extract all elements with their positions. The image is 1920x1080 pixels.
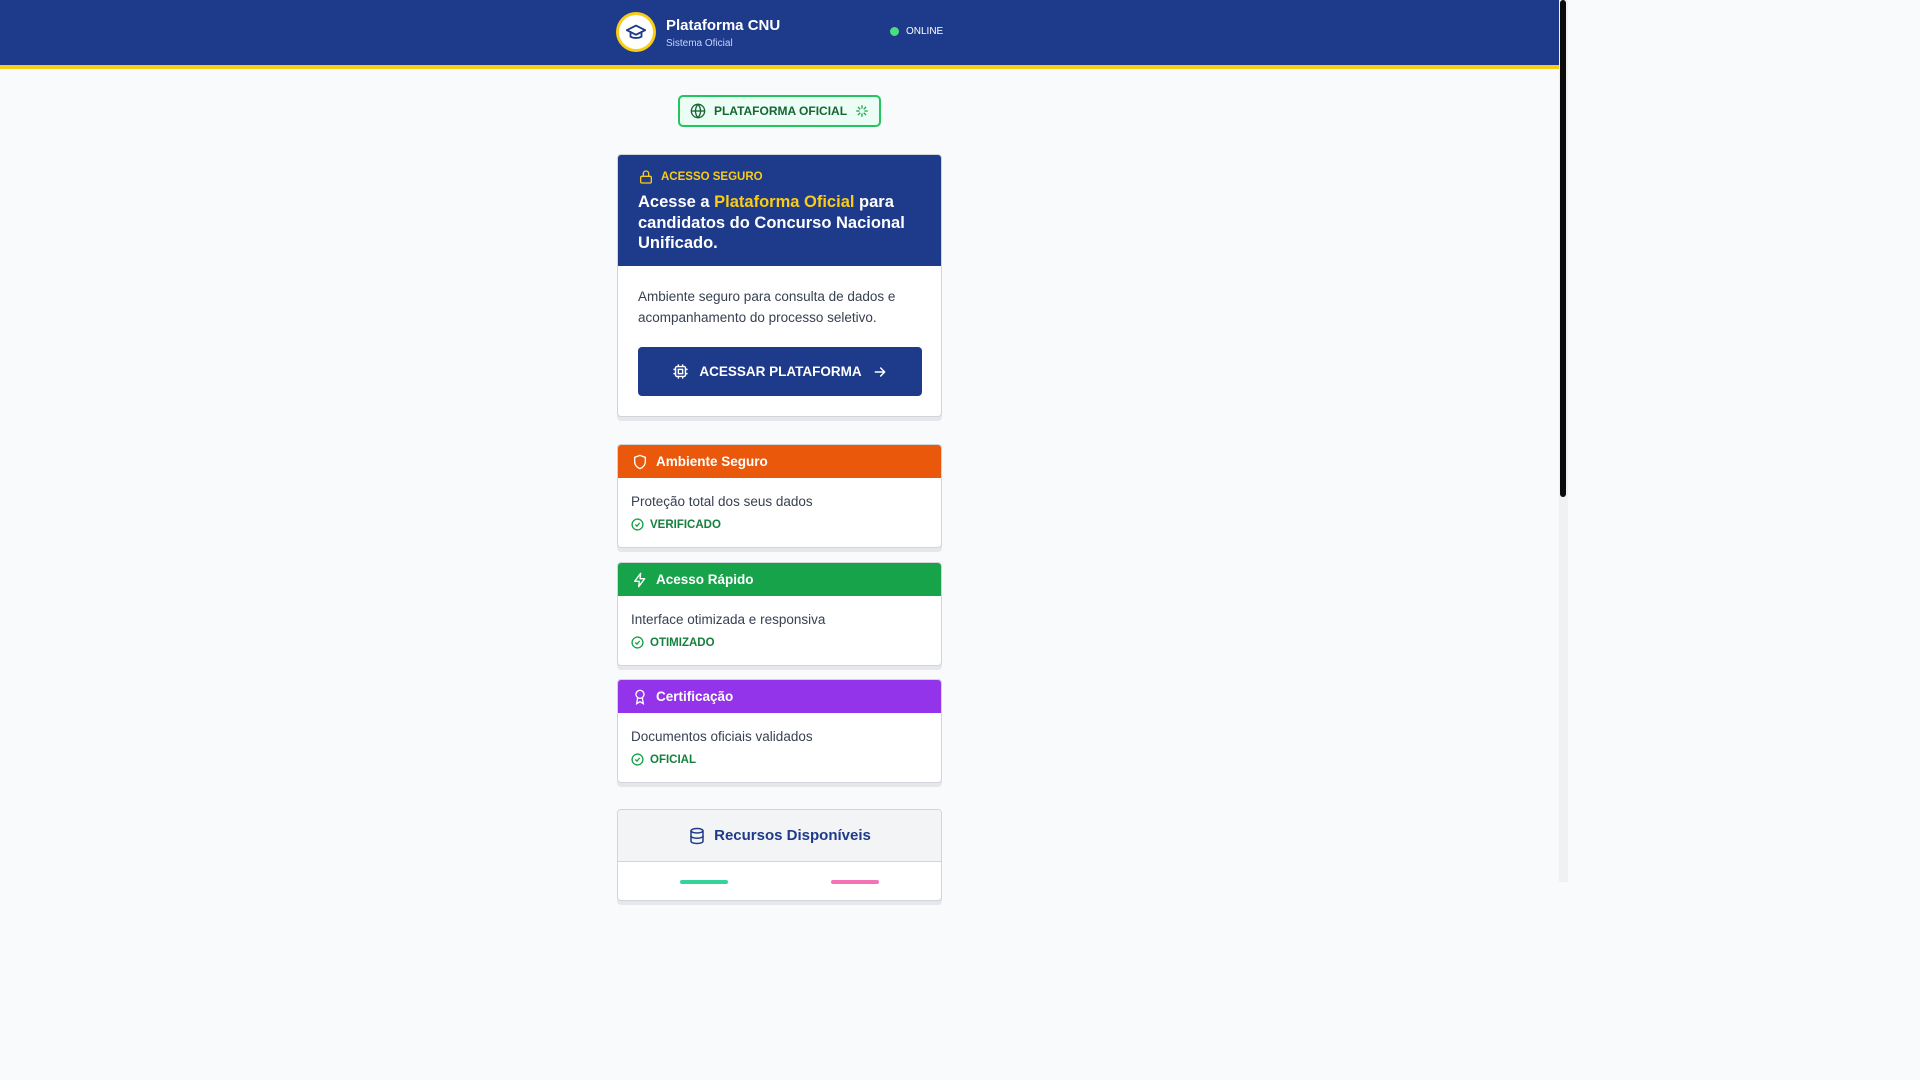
feature-description: Documentos oficiais validados (631, 729, 813, 744)
feature-status: OFICIAL (631, 753, 696, 766)
access-card-title: Acesse a Plataforma Oficial para candida… (638, 192, 923, 254)
sparkle-icon (856, 105, 868, 117)
title-highlight: Plataforma Oficial (714, 193, 855, 211)
logo (616, 12, 656, 52)
feature-status: OTIMIZADO (631, 636, 715, 649)
status-label: ONLINE (906, 26, 944, 37)
feature-card-secure: Ambiente Seguro Proteção total dos seus … (617, 444, 942, 548)
database-icon (690, 827, 704, 844)
lock-icon (640, 170, 652, 184)
resource-item-top[interactable] (831, 880, 879, 884)
feature-header: Ambiente Seguro (618, 445, 941, 478)
secure-access-label: ACESSO SEGURO (661, 171, 763, 183)
shield-icon (634, 454, 646, 469)
feature-card-certification: Certificação Documentos oficiais validad… (617, 679, 942, 783)
feature-description: Interface otimizada e responsiva (631, 612, 826, 627)
brand-title: Plataforma CNU (666, 17, 781, 34)
feature-title: Certificação (656, 689, 734, 704)
resource-item-top[interactable] (680, 880, 728, 884)
feature-card-fast: Acesso Rápido Interface otimizada e resp… (617, 562, 942, 666)
feature-status-label: VERIFICADO (650, 518, 721, 531)
access-platform-button[interactable]: ACESSAR PLATAFORMA (638, 347, 922, 396)
resources-card: Recursos Disponíveis (617, 809, 942, 901)
graduation-cap-icon (625, 24, 647, 39)
feature-status-label: OFICIAL (650, 753, 696, 766)
check-circle-icon (631, 753, 644, 766)
badge-label: PLATAFORMA OFICIAL (713, 104, 848, 118)
scrollbar-thumb[interactable] (1560, 0, 1566, 497)
feature-status: VERIFICADO (631, 518, 721, 531)
resources-header: Recursos Disponíveis (618, 810, 941, 862)
status-dot (890, 27, 899, 36)
access-card-header: ACESSO SEGURO Acesse a Plataforma Oficia… (618, 155, 941, 266)
chip-icon (673, 364, 688, 379)
access-platform-label: ACESSAR PLATAFORMA (699, 364, 862, 379)
resources-title: Recursos Disponíveis (714, 827, 871, 844)
feature-header: Certificação (618, 680, 941, 713)
feature-description: Proteção total dos seus dados (631, 494, 813, 509)
award-icon (635, 689, 645, 705)
check-circle-icon (631, 518, 644, 531)
official-badge: PLATAFORMA OFICIAL (678, 95, 881, 127)
arrow-right-icon (874, 366, 886, 377)
check-circle-icon (631, 636, 644, 649)
access-card-description: Ambiente seguro para consulta de dados e… (638, 289, 896, 325)
feature-header: Acesso Rápido (618, 563, 941, 596)
brand-subtitle: Sistema Oficial (666, 38, 733, 49)
status-indicator: ONLINE (890, 26, 943, 37)
title-prefix: Acesse a (638, 193, 715, 211)
globe-icon (690, 103, 706, 119)
access-card: ACESSO SEGURO Acesse a Plataforma Oficia… (617, 154, 942, 417)
feature-title: Acesso Rápido (656, 572, 754, 587)
feature-title: Ambiente Seguro (656, 454, 768, 469)
feature-status-label: OTIMIZADO (650, 636, 715, 649)
secure-access-tag: ACESSO SEGURO (638, 169, 763, 185)
lightning-icon (634, 572, 646, 587)
top-header: Plataforma CNU Sistema Oficial ONLINE (0, 0, 1559, 69)
